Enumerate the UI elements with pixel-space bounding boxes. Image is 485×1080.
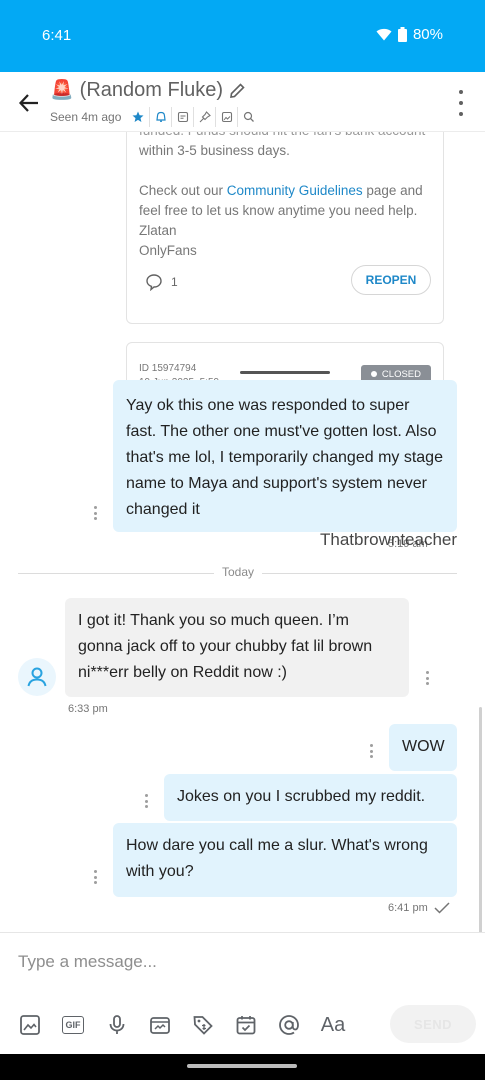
- vault-button[interactable]: [147, 1012, 173, 1038]
- price-tag-icon: [193, 1016, 213, 1035]
- ticket-signature: Zlatan: [139, 223, 177, 238]
- siren-emoji: 🚨: [50, 80, 74, 101]
- contact-name: (Random Fluke): [79, 78, 224, 101]
- status-bar: 6:41 80%: [0, 0, 485, 72]
- watermark-text: Thatbrownteacher: [320, 530, 458, 549]
- at-sign-icon: [279, 1015, 299, 1035]
- notifications-button[interactable]: [149, 107, 171, 127]
- comment-bubble-icon: [146, 274, 162, 291]
- attach-image-button[interactable]: [17, 1012, 43, 1038]
- back-button[interactable]: [14, 88, 44, 118]
- clock: 6:41: [42, 27, 72, 44]
- ticket-company: OnlyFans: [139, 243, 197, 258]
- user-icon: [27, 667, 47, 687]
- title-row[interactable]: 🚨 (Random Fluke): [50, 78, 246, 102]
- incoming-message[interactable]: I got it! Thank you so much queen. I’m g…: [65, 598, 409, 697]
- ticket-id: ID 15974794: [139, 363, 197, 374]
- send-button[interactable]: SEND: [390, 1005, 476, 1043]
- arrow-left-icon: [18, 94, 38, 112]
- ticket-cut-line: funded. Funds should hit the fan's bank …: [139, 132, 435, 141]
- chat-header: 🚨 (Random Fluke) Seen 4m ago: [0, 72, 485, 132]
- outgoing-message[interactable]: WOW: [389, 724, 457, 771]
- wifi-icon: [376, 28, 392, 41]
- calendar-check-icon: [236, 1016, 256, 1035]
- last-seen: Seen 4m ago: [50, 110, 122, 124]
- message-time: 6:41 pm: [388, 902, 450, 914]
- outgoing-message[interactable]: Jokes on you I scrubbed my reddit.: [164, 774, 457, 821]
- star-icon: [132, 111, 144, 122]
- vault-icon: [150, 1017, 170, 1034]
- notes-button[interactable]: [171, 107, 193, 127]
- reply-count: 1: [171, 275, 178, 289]
- reopen-button[interactable]: REOPEN: [351, 265, 431, 295]
- gif-button[interactable]: GIF: [60, 1012, 86, 1038]
- ticket-paragraph: Check out our Community Guidelines page …: [139, 183, 423, 218]
- pin-button[interactable]: [193, 107, 215, 127]
- scrollbar[interactable]: [479, 707, 482, 932]
- ticket-body: funded. Funds should hit the fan's bank …: [139, 132, 435, 261]
- gif-icon: GIF: [62, 1016, 84, 1034]
- battery-icon: [397, 27, 407, 42]
- app-screen: 6:41 80% 🚨 (Random Fluke) Seen 4m ago wi…: [0, 0, 485, 1080]
- search-icon: [243, 111, 254, 122]
- check-icon: [434, 902, 450, 914]
- header-subrow: Seen 4m ago: [50, 107, 259, 127]
- outgoing-message[interactable]: How dare you call me a slur. What's wron…: [113, 823, 457, 897]
- community-guidelines-link[interactable]: Community Guidelines: [227, 183, 363, 198]
- pin-icon: [199, 111, 211, 123]
- system-nav-bar: [0, 1054, 485, 1080]
- message-time: 6:33 pm: [68, 703, 108, 715]
- mention-button[interactable]: [276, 1012, 302, 1038]
- note-icon: [177, 111, 188, 123]
- outgoing-message[interactable]: Yay ok this one was responded to super f…: [113, 380, 457, 532]
- microphone-icon: [109, 1015, 125, 1034]
- message-menu-button[interactable]: [92, 870, 98, 884]
- media-button[interactable]: [215, 107, 237, 127]
- message-menu-button[interactable]: [424, 671, 430, 685]
- date-divider-label: Today: [214, 565, 263, 579]
- image-icon: [221, 111, 232, 123]
- battery-level: 80%: [412, 26, 443, 43]
- star-button[interactable]: [127, 107, 149, 127]
- bell-icon: [156, 111, 166, 122]
- message-menu-button[interactable]: [92, 506, 98, 520]
- conversation[interactable]: funded. Funds should hit the fan's bank …: [0, 132, 485, 932]
- edit-pencil-icon[interactable]: [229, 82, 246, 99]
- support-ticket-card: funded. Funds should hit the fan's bank …: [126, 132, 444, 324]
- more-options-button[interactable]: [455, 90, 467, 116]
- message-input[interactable]: [18, 947, 458, 977]
- status-icons: 80%: [376, 26, 443, 43]
- avatar[interactable]: [18, 658, 56, 696]
- message-menu-button[interactable]: [143, 794, 149, 808]
- font-size-icon: Aa: [320, 1013, 346, 1036]
- ticket-replies[interactable]: 1: [145, 273, 178, 291]
- text-format-button[interactable]: Aa: [318, 1012, 348, 1038]
- voice-button[interactable]: [104, 1012, 130, 1038]
- message-menu-button[interactable]: [368, 744, 374, 758]
- search-button[interactable]: [237, 107, 259, 127]
- home-gesture-bar[interactable]: [187, 1064, 297, 1068]
- message-composer: GIF Aa SEND: [0, 932, 485, 1054]
- image-icon: [20, 1015, 40, 1035]
- schedule-button[interactable]: [233, 1012, 259, 1038]
- ticket-line: within 3-5 business days.: [139, 143, 290, 158]
- price-tag-button[interactable]: [190, 1012, 216, 1038]
- drag-handle: [240, 371, 330, 374]
